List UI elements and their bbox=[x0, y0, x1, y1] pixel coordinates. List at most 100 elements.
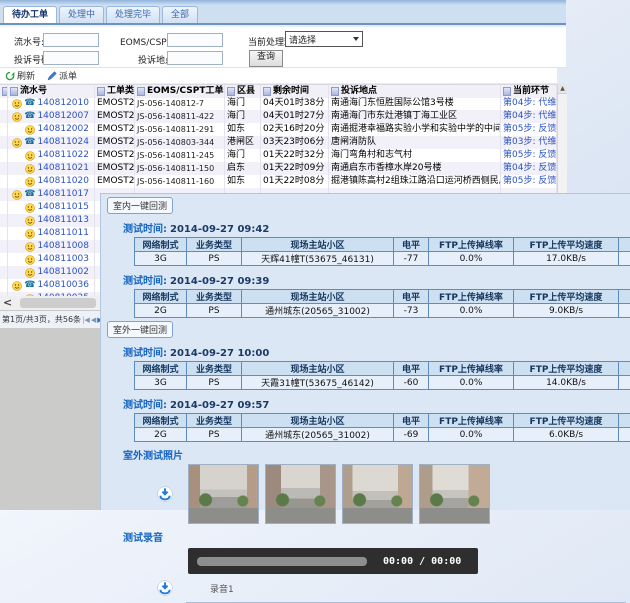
scrollbar-thumb[interactable] bbox=[20, 298, 96, 308]
cell-type: EMOST2 bbox=[95, 110, 135, 123]
table-row[interactable]: 140811022EMOST2JS-056-140811-245海门01天22时… bbox=[0, 149, 557, 162]
smiley-icon bbox=[25, 242, 35, 252]
table-row[interactable]: ☎140812007EMOST2JS-056-140811-422海门04天01… bbox=[0, 110, 557, 123]
serial-link[interactable]: 140811017 bbox=[37, 188, 89, 201]
cell-sel bbox=[0, 253, 8, 266]
sort-icon bbox=[227, 87, 235, 96]
cell-county: 港闸区 bbox=[225, 136, 261, 149]
sort-icon bbox=[331, 87, 339, 96]
cell-sel bbox=[0, 110, 8, 123]
tab-3[interactable]: 全部 bbox=[162, 6, 198, 23]
serial-cell[interactable]: 140811021 bbox=[8, 162, 95, 175]
photos-row bbox=[157, 464, 630, 524]
cell-step: 第04步: 反馈监控 bbox=[501, 162, 557, 175]
dispatch-button[interactable]: 派单 bbox=[47, 69, 77, 82]
table-row[interactable]: 140811021EMOST2JS-056-140811-150启东01天22时… bbox=[0, 162, 557, 175]
horizontal-scrollbar[interactable]: < bbox=[0, 296, 100, 310]
serial-input[interactable] bbox=[43, 33, 99, 47]
refresh-button[interactable]: 刷新 bbox=[5, 69, 35, 82]
serial-link[interactable]: 140810036 bbox=[37, 279, 89, 292]
smiley-icon bbox=[25, 229, 35, 239]
test-value-cell: PS bbox=[187, 252, 242, 266]
cell-eoms: JS-056-140811-422 bbox=[135, 110, 225, 123]
scroll-up-icon[interactable]: ▲ bbox=[558, 84, 567, 94]
table-row[interactable]: 140811020EMOST2JS-056-140811-160如东01天22时… bbox=[0, 175, 557, 188]
serial-link[interactable]: 140811003 bbox=[37, 253, 89, 266]
cell-type: EMOST2 bbox=[95, 136, 135, 149]
test-column-header: 现场主站小区 bbox=[242, 290, 394, 304]
serial-cell[interactable]: 140811020 bbox=[8, 175, 95, 188]
cell-sel bbox=[0, 136, 8, 149]
download-icon[interactable] bbox=[157, 580, 173, 596]
test-table-header-row: 网络制式业务类型现场主站小区电平FTP上传掉线率FTP上传平均速度F bbox=[135, 362, 630, 376]
audio-progress-track[interactable] bbox=[197, 557, 367, 566]
serial-link[interactable]: 140812002 bbox=[37, 123, 89, 136]
serial-cell[interactable]: ☎140812007 bbox=[8, 110, 95, 123]
serial-cell[interactable]: 140811015 bbox=[8, 201, 95, 214]
outdoor-photo[interactable] bbox=[265, 464, 336, 524]
cell-remaining: 03天23时06分 bbox=[261, 136, 329, 149]
cell-step: 第04步: 代维预约 bbox=[501, 110, 557, 123]
serial-cell[interactable]: ☎140811024 bbox=[8, 136, 95, 149]
serial-cell[interactable]: 140811008 bbox=[8, 240, 95, 253]
serial-cell[interactable]: 140812002 bbox=[8, 123, 95, 136]
cell-type: EMOST2 bbox=[95, 162, 135, 175]
serial-link[interactable]: 140812010 bbox=[37, 97, 89, 110]
phone-icon: ☎ bbox=[24, 138, 35, 147]
step-select-value: 请选择 bbox=[289, 33, 316, 46]
query-button[interactable]: 查询 bbox=[249, 50, 283, 67]
test-column-header: 网络制式 bbox=[135, 414, 187, 428]
outdoor-retest-button[interactable]: 室外一键回测 bbox=[107, 321, 173, 338]
serial-cell[interactable]: 140811011 bbox=[8, 227, 95, 240]
smiley-icon bbox=[25, 151, 35, 161]
serial-cell[interactable]: ☎140811017 bbox=[8, 188, 95, 201]
serial-link[interactable]: 140811011 bbox=[37, 227, 89, 240]
scroll-left-icon[interactable]: < bbox=[3, 296, 12, 310]
serial-cell[interactable]: 140811003 bbox=[8, 253, 95, 266]
serial-link[interactable]: 140811015 bbox=[37, 201, 89, 214]
step-select[interactable]: 请选择 bbox=[285, 31, 363, 47]
outdoor-photo[interactable] bbox=[188, 464, 259, 524]
cell-location: 唐闸消防队 bbox=[329, 136, 501, 149]
phone-input[interactable] bbox=[43, 51, 99, 65]
test-column-header: FTP上传平均速度 bbox=[514, 238, 619, 252]
serial-cell[interactable]: 140811013 bbox=[8, 214, 95, 227]
prev-page-icon[interactable]: ◀ bbox=[91, 316, 96, 324]
test-table-data-row: 2GPS通州城东(20565_31002)-690.0%6.0KB/s bbox=[135, 428, 630, 442]
sort-icon bbox=[10, 87, 18, 96]
tab-0[interactable]: 待办工单 bbox=[3, 6, 57, 23]
serial-link[interactable]: 140811013 bbox=[37, 214, 89, 227]
tab-2[interactable]: 处理完毕 bbox=[106, 6, 160, 23]
serial-link[interactable]: 140811022 bbox=[37, 149, 89, 162]
serial-link[interactable]: 140811002 bbox=[37, 266, 89, 279]
location-input[interactable] bbox=[167, 51, 223, 65]
test-value-cell: 0.0% bbox=[429, 376, 514, 390]
serial-cell[interactable]: ☎140812010 bbox=[8, 97, 95, 110]
test-table-data-row: 3GPS天辉41幢T(53675_46131)-770.0%17.0KB/s bbox=[135, 252, 630, 266]
outdoor-photo[interactable] bbox=[342, 464, 413, 524]
first-page-icon[interactable]: |◀ bbox=[82, 316, 90, 324]
table-row[interactable]: 140812002EMOST2JS-056-140811-291如东02天16时… bbox=[0, 123, 557, 136]
tab-1[interactable]: 处理中 bbox=[59, 6, 104, 23]
test-table: 网络制式业务类型现场主站小区电平FTP上传掉线率FTP上传平均速度F3GPS天霞… bbox=[134, 361, 630, 390]
serial-link[interactable]: 140811024 bbox=[37, 136, 89, 149]
test-value-cell bbox=[619, 376, 630, 390]
smiley-icon bbox=[12, 99, 22, 109]
table-row[interactable]: ☎140811024EMOST2JS-056-140803-344港闸区03天2… bbox=[0, 136, 557, 149]
serial-cell[interactable]: 140811002 bbox=[8, 266, 95, 279]
serial-link[interactable]: 140811020 bbox=[37, 175, 89, 188]
table-row[interactable]: ☎140812010EMOST2JS-056-140812-7海门04天01时3… bbox=[0, 97, 557, 110]
serial-cell[interactable]: ☎140810036 bbox=[8, 279, 95, 292]
eoms-input[interactable] bbox=[167, 33, 223, 47]
indoor-retest-button[interactable]: 室内一键回测 bbox=[107, 197, 173, 214]
serial-link[interactable]: 140811008 bbox=[37, 240, 89, 253]
test-column-header: F bbox=[619, 414, 630, 428]
serial-link[interactable]: 140812007 bbox=[37, 110, 89, 123]
serial-link[interactable]: 140811021 bbox=[37, 162, 89, 175]
audio-player[interactable]: 00:00 / 00:00 bbox=[188, 548, 478, 574]
cell-sel bbox=[0, 214, 8, 227]
download-icon[interactable] bbox=[157, 486, 173, 502]
test-value-cell: -73 bbox=[394, 304, 429, 318]
outdoor-photo[interactable] bbox=[419, 464, 490, 524]
serial-cell[interactable]: 140811022 bbox=[8, 149, 95, 162]
